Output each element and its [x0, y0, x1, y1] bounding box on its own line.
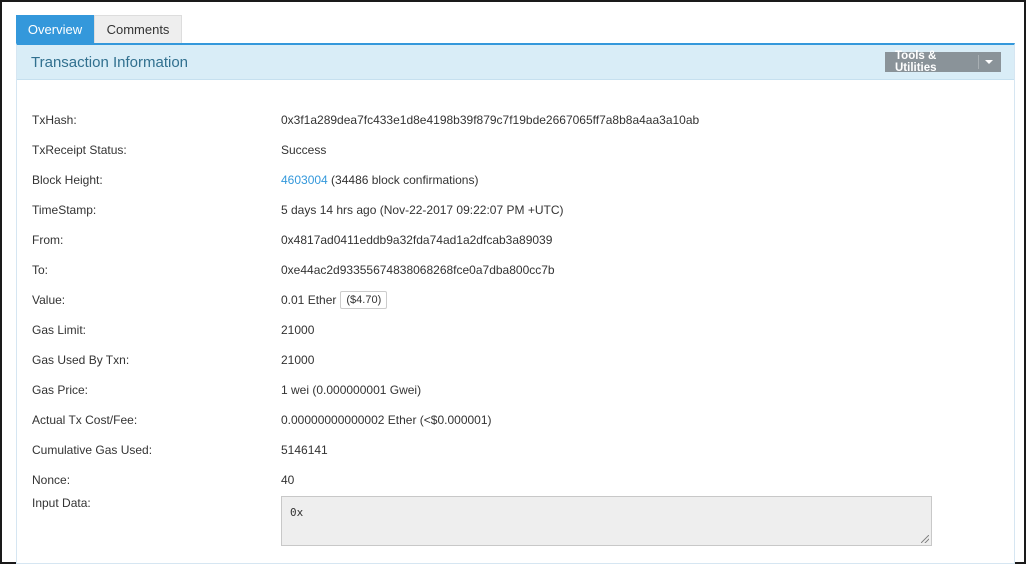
timestamp-label: TimeStamp: — [32, 203, 97, 217]
input-data-label: Input Data: — [32, 496, 91, 510]
row-gas-limit: Gas Limit: 21000 — [17, 315, 1014, 345]
panel-title: Transaction Information — [31, 53, 189, 71]
input-data-value: 0x — [290, 506, 304, 519]
gas-used-label: Gas Used By Txn: — [32, 353, 130, 367]
to-label: To: — [32, 263, 49, 277]
row-fee: Actual Tx Cost/Fee: 0.00000000000002 Eth… — [17, 405, 1014, 435]
status-label: TxReceipt Status: — [32, 143, 127, 157]
gas-limit-label: Gas Limit: — [32, 323, 87, 337]
row-from: From: 0x4817ad0411eddb9a32fda74ad1a2dfca… — [17, 225, 1014, 255]
panel-header: Transaction Information Tools & Utilitie… — [17, 45, 1014, 80]
nonce-value: 40 — [281, 473, 295, 487]
row-gas-price: Gas Price: 1 wei (0.000000001 Gwei) — [17, 375, 1014, 405]
button-divider — [978, 55, 979, 69]
value-label: Value: — [32, 293, 66, 307]
row-nonce: Nonce: 40 — [17, 465, 1014, 495]
block-height-link[interactable]: 4603004 — [281, 173, 328, 187]
txhash-value: 0x3f1a289dea7fc433e1d8e4198b39f879c7f19b… — [281, 113, 700, 127]
tools-utilities-label: Tools & Utilities — [895, 50, 937, 74]
txhash-label: TxHash: — [32, 113, 77, 127]
block-confirmations: (34486 block confirmations) — [327, 173, 479, 187]
ether-amount: 0.01 Ether — [281, 293, 337, 307]
block-height-label: Block Height: — [32, 173, 103, 187]
row-to: To: 0xe44ac2d93355674838068268fce0a7dba8… — [17, 255, 1014, 285]
cumulative-gas-label: Cumulative Gas Used: — [32, 443, 153, 457]
row-cumulative-gas: Cumulative Gas Used: 5146141 — [17, 435, 1014, 465]
row-input-data: Input Data: 0x — [17, 495, 1014, 555]
gas-used-value: 21000 — [281, 353, 315, 367]
row-block-height: Block Height: 4603004 (34486 block confi… — [17, 165, 1014, 195]
tab-bar: Overview Comments — [16, 15, 182, 43]
from-label: From: — [32, 233, 64, 247]
input-data-textarea[interactable]: 0x — [281, 496, 932, 546]
tools-utilities-button[interactable]: Tools & Utilities — [885, 50, 1001, 74]
usd-value-badge: ($4.70) — [340, 291, 388, 309]
row-status: TxReceipt Status: Success — [17, 135, 1014, 165]
gas-price-value: 1 wei (0.000000001 Gwei) — [281, 383, 422, 397]
fee-label: Actual Tx Cost/Fee: — [32, 413, 138, 427]
gas-limit-value: 21000 — [281, 323, 315, 337]
resize-grip-icon[interactable] — [921, 535, 929, 543]
to-address-link[interactable]: 0xe44ac2d93355674838068268fce0a7dba800cc… — [281, 263, 555, 277]
timestamp-value: 5 days 14 hrs ago (Nov-22-2017 09:22:07 … — [281, 203, 564, 217]
status-value: Success — [281, 143, 327, 157]
row-gas-used: Gas Used By Txn: 21000 — [17, 345, 1014, 375]
chevron-down-icon — [985, 60, 993, 64]
row-timestamp: TimeStamp: 5 days 14 hrs ago (Nov-22-201… — [17, 195, 1014, 225]
detail-rows: TxHash: 0x3f1a289dea7fc433e1d8e4198b39f8… — [17, 105, 1014, 555]
gas-price-label: Gas Price: — [32, 383, 89, 397]
from-address-link[interactable]: 0x4817ad0411eddb9a32fda74ad1a2dfcab3a890… — [281, 233, 552, 247]
row-txhash: TxHash: 0x3f1a289dea7fc433e1d8e4198b39f8… — [17, 105, 1014, 135]
transaction-panel: Transaction Information Tools & Utilitie… — [16, 43, 1015, 564]
tab-overview[interactable]: Overview — [16, 15, 94, 43]
tab-comments[interactable]: Comments — [94, 15, 182, 43]
window-frame: Overview Comments Transaction Informatio… — [0, 0, 1026, 564]
block-height-value: 4603004 (34486 block confirmations) — [281, 173, 478, 187]
fee-value: 0.00000000000002 Ether (<$0.000001) — [281, 413, 492, 427]
nonce-label: Nonce: — [32, 473, 71, 487]
cumulative-gas-value: 5146141 — [281, 443, 328, 457]
row-value: Value: 0.01 Ether ($4.70) — [17, 285, 1014, 315]
value-value: 0.01 Ether ($4.70) — [281, 291, 388, 309]
